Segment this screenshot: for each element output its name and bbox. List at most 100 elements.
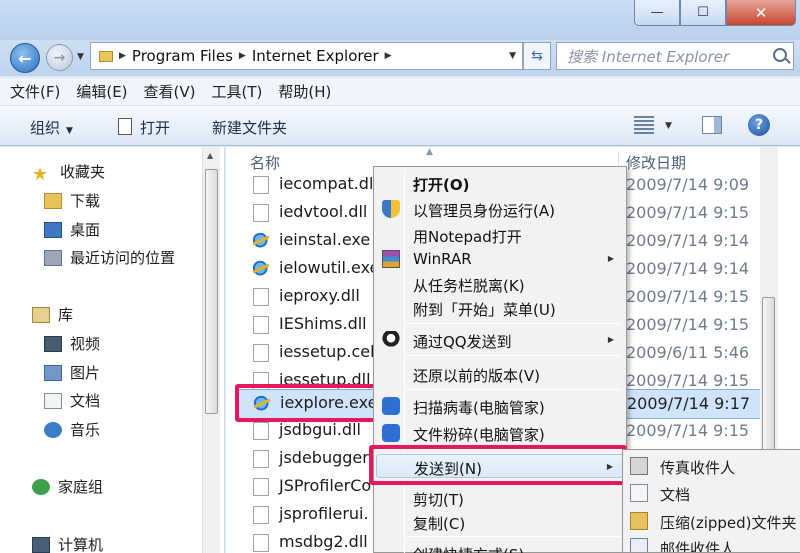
sidebar-item-favorites[interactable]: ★ 收藏夹 <box>32 161 105 185</box>
refresh-button[interactable]: ⇆ <box>523 42 551 70</box>
sidebar-item-pictures[interactable]: 图片 <box>44 362 100 383</box>
minimize-button[interactable]: — <box>634 0 680 26</box>
submenu-arrow-icon: ▶ <box>607 254 614 263</box>
breadcrumb-separator-icon[interactable]: ▶ <box>119 51 126 61</box>
ctx-unpin-taskbar[interactable]: 从任务栏脱离(K) <box>376 272 624 296</box>
ctx-cut[interactable]: 剪切(T) <box>376 486 624 510</box>
star-icon: ★ <box>32 163 49 185</box>
menu-separator <box>407 389 621 390</box>
address-dropdown-icon[interactable]: ▼ <box>509 51 516 61</box>
uac-shield-icon <box>382 200 400 218</box>
send-to-mail-recipient[interactable]: 邮件收件人 <box>625 534 800 552</box>
search-input[interactable]: 搜索 Internet Explorer <box>556 42 794 70</box>
zip-folder-icon <box>630 512 648 530</box>
context-menu: 打开(O) 以管理员身份运行(A) 用Notepad打开 WinRAR ▶ 从任务… <box>373 166 627 553</box>
ctx-winrar[interactable]: WinRAR ▶ <box>376 247 624 271</box>
downloads-folder-icon <box>44 192 62 209</box>
menu-separator <box>407 355 621 356</box>
submenu-arrow-icon: ▶ <box>607 335 614 344</box>
menu-view[interactable]: 查看(V) <box>144 81 196 102</box>
organize-dropdown-icon: ▼ <box>66 126 73 136</box>
window-controls: — ☐ ✕ <box>634 0 796 26</box>
ie-app-icon <box>253 260 269 278</box>
sidebar-item-computer[interactable]: 计算机 <box>32 534 103 553</box>
menu-file[interactable]: 文件(F) <box>10 81 60 102</box>
ctx-copy[interactable]: 复制(C) <box>376 510 624 534</box>
sidebar-item-desktop[interactable]: 桌面 <box>44 219 100 240</box>
back-button[interactable]: ← <box>10 43 40 73</box>
ctx-shred-file[interactable]: 文件粉碎(电脑管家) <box>376 421 624 445</box>
ctx-open-with-notepad[interactable]: 用Notepad打开 <box>376 223 624 247</box>
ctx-pin-start-menu[interactable]: 附到「开始」菜单(U) <box>376 296 624 320</box>
dll-file-icon <box>253 534 269 552</box>
scrollbar-thumb[interactable] <box>762 297 775 457</box>
ctx-restore-previous-versions[interactable]: 还原以前的版本(V) <box>376 362 624 386</box>
forward-button[interactable]: → <box>46 44 73 71</box>
menu-separator <box>407 323 621 324</box>
sidebar-item-music[interactable]: 音乐 <box>44 419 100 440</box>
sidebar-item-documents[interactable]: 文档 <box>44 390 100 411</box>
navigation-pane: ★ 收藏夹 下载 桌面 最近访问的位置 库 视频 图片 文档 音乐 家庭组 计算机… <box>0 147 225 553</box>
menu-help[interactable]: 帮助(H) <box>278 81 331 102</box>
pc-manager-icon <box>382 397 400 415</box>
close-button[interactable]: ✕ <box>726 0 796 26</box>
documents-icon <box>44 392 62 409</box>
menu-separator <box>407 536 621 537</box>
breadcrumb-program-files[interactable]: Program Files <box>132 47 233 65</box>
sidebar-item-recent-places[interactable]: 最近访问的位置 <box>44 247 175 268</box>
scrollbar-thumb[interactable] <box>205 169 218 414</box>
navigation-scrollbar[interactable]: ▲ <box>202 147 220 553</box>
send-to-zip-folder[interactable]: 压缩(zipped)文件夹 <box>625 508 800 534</box>
dll-file-icon <box>253 176 269 194</box>
qq-penguin-icon <box>382 331 400 349</box>
documents-icon <box>630 484 648 502</box>
ctx-send-via-qq[interactable]: 通过QQ发送到 ▶ <box>376 328 624 352</box>
music-icon <box>44 421 62 438</box>
sidebar-item-libraries[interactable]: 库 <box>32 304 73 325</box>
maximize-button[interactable]: ☐ <box>680 0 726 26</box>
open-button[interactable]: 打开 <box>118 117 170 138</box>
address-bar[interactable]: ▶ Program Files ▶ Internet Explorer ▶ ▼ <box>90 42 523 70</box>
title-bar: — ☐ ✕ <box>0 0 800 40</box>
dll-file-icon <box>253 478 269 496</box>
new-folder-button[interactable]: 新建文件夹 <box>212 117 287 138</box>
open-icon <box>118 118 132 135</box>
sort-ascending-icon: ▲ <box>426 147 433 157</box>
send-to-documents[interactable]: 文档 <box>625 480 800 506</box>
ctx-scan-virus[interactable]: 扫描病毒(电脑管家) <box>376 394 624 418</box>
breadcrumb-separator-icon[interactable]: ▶ <box>385 51 392 61</box>
send-to-fax-recipient[interactable]: 传真收件人 <box>625 453 800 479</box>
ctx-open[interactable]: 打开(O) <box>376 171 624 195</box>
highlight-box-file <box>235 384 381 422</box>
preview-pane-icon[interactable] <box>702 116 722 134</box>
recent-pages-dropdown-icon[interactable]: ▼ <box>77 52 84 62</box>
dll-file-icon <box>253 422 269 440</box>
sidebar-item-videos[interactable]: 视频 <box>44 333 100 354</box>
scroll-up-icon[interactable]: ▲ <box>207 151 213 160</box>
video-icon <box>44 335 62 352</box>
search-icon[interactable] <box>773 48 787 62</box>
pc-manager-icon <box>382 424 400 442</box>
help-icon[interactable]: ? <box>748 114 770 136</box>
fax-icon <box>630 457 648 475</box>
highlight-box-send-to <box>369 445 627 485</box>
view-dropdown-icon[interactable]: ▼ <box>665 121 672 131</box>
recent-places-icon <box>44 249 62 266</box>
sidebar-item-homegroup[interactable]: 家庭组 <box>32 476 103 497</box>
sidebar-item-downloads[interactable]: 下载 <box>44 190 100 211</box>
organize-button[interactable]: 组织 ▼ <box>30 117 73 138</box>
menu-bar: 文件(F) 编辑(E) 查看(V) 工具(T) 帮助(H) <box>0 78 800 106</box>
breadcrumb-separator-icon[interactable]: ▶ <box>239 51 246 61</box>
ctx-run-as-admin[interactable]: 以管理员身份运行(A) <box>376 197 624 221</box>
breadcrumb-internet-explorer[interactable]: Internet Explorer <box>252 47 379 65</box>
view-options-icon[interactable] <box>634 116 654 134</box>
command-bar: 组织 ▼ 打开 新建文件夹 <box>0 106 800 146</box>
homegroup-icon <box>32 478 50 495</box>
menu-tools[interactable]: 工具(T) <box>212 81 263 102</box>
file-icon <box>253 344 269 362</box>
menu-edit[interactable]: 编辑(E) <box>76 81 127 102</box>
desktop-icon <box>44 221 62 238</box>
mail-icon <box>630 538 648 552</box>
ctx-create-shortcut[interactable]: 创建快捷方式(S) <box>376 541 624 553</box>
winrar-icon <box>382 250 400 268</box>
